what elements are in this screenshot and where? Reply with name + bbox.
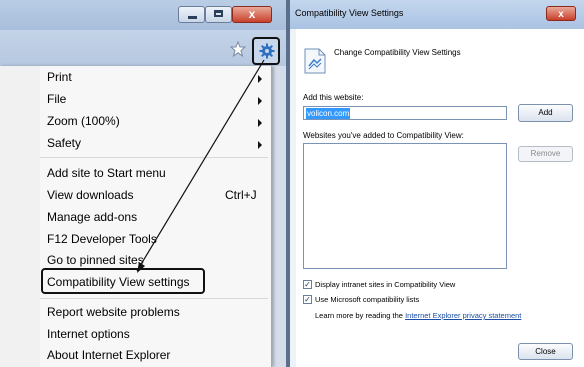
compatibility-view-settings-dialog: Compatibility View Settings x Change Com… bbox=[290, 0, 584, 367]
menu-item-go-to-pinned-sites[interactable]: Go to pinned sites bbox=[47, 253, 144, 267]
menu-separator bbox=[40, 157, 268, 158]
menu-item-about-internet-explorer[interactable]: About Internet Explorer bbox=[47, 348, 170, 362]
privacy-statement-link[interactable]: Internet Explorer privacy statement bbox=[405, 311, 521, 320]
menu-separator bbox=[40, 298, 268, 299]
dialog-heading: Change Compatibility View Settings bbox=[334, 48, 461, 57]
submenu-arrow-icon bbox=[258, 119, 262, 127]
minimize-button[interactable] bbox=[178, 6, 205, 23]
ie-browser-frame: x Print File Zoom (100%) Safety Add site… bbox=[0, 0, 286, 367]
submenu-arrow-icon bbox=[258, 75, 262, 83]
submenu-arrow-icon bbox=[258, 97, 262, 105]
add-website-label: Add this website: bbox=[303, 93, 364, 102]
maximize-icon bbox=[214, 10, 223, 17]
menu-item-report-website-problems[interactable]: Report website problems bbox=[47, 305, 180, 319]
tools-button[interactable] bbox=[252, 37, 280, 65]
menu-item-safety[interactable]: Safety bbox=[47, 136, 81, 150]
learn-more-prefix: Learn more by reading the bbox=[315, 311, 403, 320]
submenu-arrow-icon bbox=[258, 141, 262, 149]
close-button[interactable]: Close bbox=[518, 343, 573, 360]
remove-button[interactable]: Remove bbox=[518, 146, 573, 162]
menu-item-manage-add-ons[interactable]: Manage add-ons bbox=[47, 210, 137, 224]
learn-more-text: Learn more by reading the Internet Explo… bbox=[315, 311, 521, 320]
dialog-title: Compatibility View Settings bbox=[295, 8, 404, 18]
add-button[interactable]: Add bbox=[518, 104, 573, 122]
menu-item-add-site-to-start-menu[interactable]: Add site to Start menu bbox=[47, 166, 166, 180]
intranet-checkbox-label: Display intranet sites in Compatibility … bbox=[315, 280, 456, 289]
intranet-checkbox[interactable]: ✓ bbox=[303, 280, 312, 289]
menu-item-internet-options[interactable]: Internet options bbox=[47, 327, 130, 341]
dialog-close-icon[interactable]: x bbox=[546, 6, 576, 21]
close-icon: x bbox=[248, 7, 256, 21]
websites-list-label: Websites you've added to Compatibility V… bbox=[303, 131, 464, 140]
compatibility-document-icon bbox=[304, 48, 326, 74]
menu-item-file[interactable]: File bbox=[47, 92, 66, 106]
maximize-button[interactable] bbox=[205, 6, 232, 23]
ie-title-bar: x bbox=[0, 0, 286, 30]
window-close-button[interactable]: x bbox=[232, 6, 272, 23]
website-input-value: volicon.com bbox=[306, 108, 351, 119]
compatibility-view-highlight-box bbox=[41, 268, 205, 294]
menu-item-view-downloads[interactable]: View downloads bbox=[47, 188, 134, 202]
dialog-title-bar: Compatibility View Settings x bbox=[290, 0, 584, 29]
ms-lists-checkbox[interactable]: ✓ bbox=[303, 295, 312, 304]
websites-list[interactable] bbox=[303, 143, 507, 269]
menu-item-f12-developer-tools[interactable]: F12 Developer Tools bbox=[47, 232, 157, 246]
menu-item-print[interactable]: Print bbox=[47, 70, 72, 84]
minimize-icon bbox=[188, 16, 197, 19]
star-icon[interactable] bbox=[230, 41, 246, 57]
menu-item-zoom[interactable]: Zoom (100%) bbox=[47, 114, 120, 128]
shortcut-view-downloads: Ctrl+J bbox=[225, 188, 257, 202]
website-input[interactable]: volicon.com bbox=[303, 106, 507, 120]
ms-lists-checkbox-label: Use Microsoft compatibility lists bbox=[315, 295, 420, 304]
gear-icon bbox=[259, 43, 275, 59]
menu-icon-gutter bbox=[0, 66, 40, 367]
